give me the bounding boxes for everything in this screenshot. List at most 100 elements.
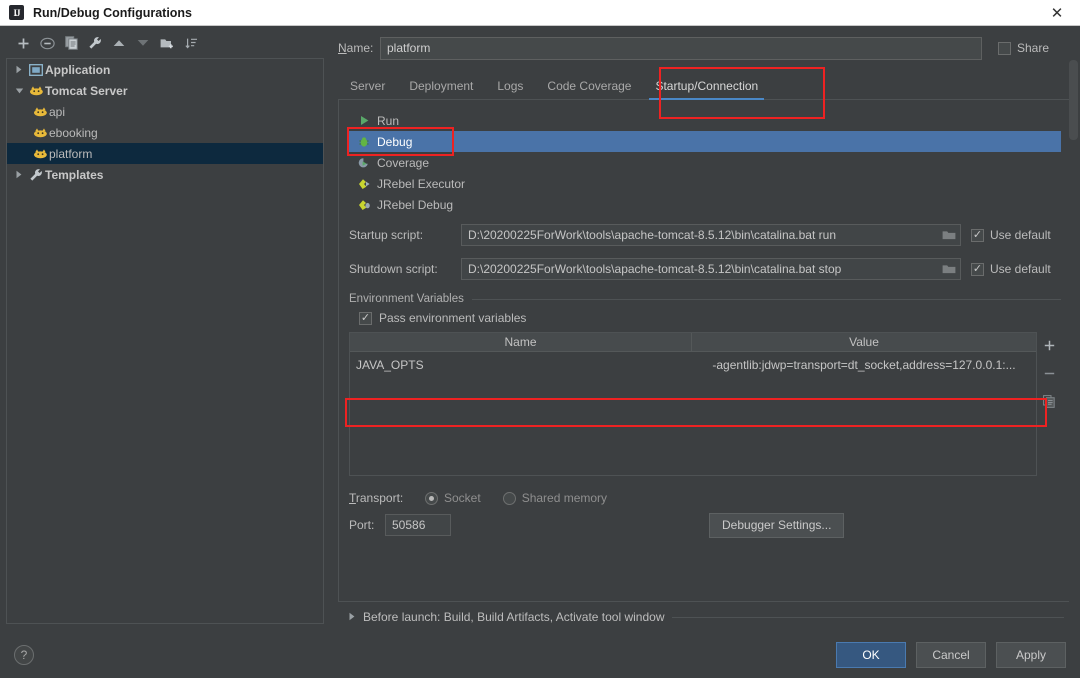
shutdown-script-label: Shutdown script: (349, 262, 438, 276)
transport-option-socket[interactable]: Socket (425, 491, 481, 505)
tree-item-platform[interactable]: platform (7, 143, 323, 164)
arrow-down-icon[interactable] (132, 32, 154, 54)
help-button[interactable]: ? (14, 645, 34, 665)
remove-button[interactable] (36, 32, 58, 54)
close-icon[interactable]: ✕ (1034, 0, 1080, 26)
tree-item-label: Tomcat Server (45, 83, 128, 98)
main-split: Application Tomcat Server api ebooking p… (0, 26, 1080, 632)
column-header-name[interactable]: Name (350, 333, 692, 351)
pass-env-box[interactable] (359, 311, 372, 325)
scrollbar-thumb[interactable] (1069, 60, 1078, 140)
shutdown-use-default-label: Use default (990, 262, 1051, 276)
share-checkbox[interactable]: Share (998, 41, 1072, 55)
before-launch-divider (671, 616, 1064, 618)
cancel-button[interactable]: Cancel (916, 642, 986, 668)
tree-item-ebooking[interactable]: ebooking (7, 122, 323, 143)
folder-add-icon[interactable] (156, 32, 178, 54)
chevron-right-icon[interactable] (348, 610, 356, 624)
environment-variables-table[interactable]: Name Value JAVA_OPTS -agentlib:jdwp=tran… (349, 332, 1037, 476)
mode-item-run[interactable]: Run (349, 110, 1061, 131)
tomcat-icon (31, 106, 49, 118)
tab-startup-connection[interactable]: Startup/Connection (643, 73, 770, 100)
tree-item-label: Templates (45, 167, 104, 182)
chevron-right-icon[interactable] (11, 170, 27, 179)
mode-item-jrebel-executor[interactable]: JRebel Executor (349, 173, 1061, 194)
shutdown-script-field[interactable]: D:\20200225ForWork\tools\apache-tomcat-8… (461, 258, 961, 280)
startup-script-row: Startup script: D:\20200225ForWork\tools… (349, 223, 1061, 247)
transport-label: Transport: (349, 491, 404, 505)
shutdown-use-default-box[interactable] (971, 262, 984, 276)
sort-icon[interactable] (180, 32, 202, 54)
tree-item-label: Application (45, 62, 111, 77)
startup-use-default-label: Use default (990, 228, 1051, 242)
editor-tabs[interactable]: Server Deployment Logs Code Coverage Sta… (338, 72, 1072, 100)
env-add-button[interactable] (1040, 336, 1058, 354)
mode-item-label: Coverage (377, 155, 430, 170)
env-remove-button[interactable] (1040, 364, 1058, 382)
tree-item-label: platform (49, 146, 93, 161)
copy-button[interactable] (60, 32, 82, 54)
chevron-down-icon[interactable] (11, 87, 27, 95)
title-bar: IJ Run/Debug Configurations ✕ (0, 0, 1080, 26)
wrench-icon[interactable] (84, 32, 106, 54)
configuration-editor-pane: Name: platform Share Server Deployment L… (330, 26, 1080, 632)
startup-connection-panel: Run Debug Coverage JRebel Executor JRebe… (338, 100, 1072, 602)
tree-item-tomcat-server[interactable]: Tomcat Server (7, 80, 323, 101)
jrebel-debug-icon (357, 199, 371, 211)
shutdown-script-value[interactable]: D:\20200225ForWork\tools\apache-tomcat-8… (462, 262, 938, 276)
port-input[interactable]: 50586 (385, 514, 451, 536)
column-header-value[interactable]: Value (692, 333, 1036, 351)
cell-name[interactable]: JAVA_OPTS (350, 358, 692, 372)
dialog-buttons: OK Cancel Apply (836, 642, 1066, 668)
table-row[interactable]: JAVA_OPTS -agentlib:jdwp=transport=dt_so… (350, 352, 1036, 377)
shutdown-script-row: Shutdown script: D:\20200225ForWork\tool… (349, 257, 1061, 281)
dialog-button-bar: ? OK Cancel Apply (0, 632, 1080, 678)
startup-use-default-box[interactable] (971, 228, 984, 242)
pass-env-label: Pass environment variables (379, 311, 527, 325)
add-button[interactable] (12, 32, 34, 54)
tab-code-coverage[interactable]: Code Coverage (535, 73, 643, 99)
tab-deployment[interactable]: Deployment (397, 73, 485, 99)
arrow-up-icon[interactable] (108, 32, 130, 54)
right-pane-scrollbar[interactable] (1069, 60, 1078, 624)
mode-item-debug[interactable]: Debug (349, 131, 1061, 152)
chevron-right-icon[interactable] (11, 65, 27, 74)
jrebel-icon (357, 178, 371, 190)
pass-environment-variables-checkbox[interactable]: Pass environment variables (349, 311, 1061, 325)
port-row: Port: 50586 Debugger Settings... (349, 510, 1061, 540)
cell-value[interactable]: -agentlib:jdwp=transport=dt_socket,addre… (692, 358, 1036, 372)
environment-table-wrap: Name Value JAVA_OPTS -agentlib:jdwp=tran… (349, 332, 1061, 476)
before-launch-row[interactable]: Before launch: Build, Build Artifacts, A… (338, 602, 1072, 632)
tab-server[interactable]: Server (338, 73, 397, 99)
tab-logs[interactable]: Logs (485, 73, 535, 99)
shared-memory-radio[interactable] (502, 491, 516, 505)
coverage-icon (357, 157, 371, 169)
share-checkbox-box[interactable] (998, 41, 1011, 55)
env-copy-button[interactable] (1040, 392, 1058, 410)
shutdown-use-default-checkbox[interactable]: Use default (971, 262, 1061, 276)
tomcat-icon (27, 85, 45, 97)
configurations-pane: Application Tomcat Server api ebooking p… (0, 26, 330, 632)
ok-button[interactable]: OK (836, 642, 906, 668)
name-input[interactable]: platform (380, 36, 982, 60)
folder-icon[interactable] (938, 263, 960, 275)
name-row: Name: platform Share (338, 36, 1072, 60)
debugger-settings-button[interactable]: Debugger Settings... (709, 512, 845, 538)
folder-icon[interactable] (938, 229, 960, 241)
startup-script-field[interactable]: D:\20200225ForWork\tools\apache-tomcat-8… (461, 224, 961, 246)
launch-mode-list[interactable]: Run Debug Coverage JRebel Executor JRebe… (349, 110, 1061, 215)
tree-item-api[interactable]: api (7, 101, 323, 122)
mode-item-jrebel-debug[interactable]: JRebel Debug (349, 194, 1061, 215)
startup-use-default-checkbox[interactable]: Use default (971, 228, 1061, 242)
tree-item-application[interactable]: Application (7, 59, 323, 80)
startup-script-value[interactable]: D:\20200225ForWork\tools\apache-tomcat-8… (462, 228, 938, 242)
transport-option-shared-memory[interactable]: Shared memory (502, 491, 607, 505)
tree-item-templates[interactable]: Templates (7, 164, 323, 185)
run-icon (357, 115, 371, 126)
apply-button[interactable]: Apply (996, 642, 1066, 668)
socket-radio[interactable] (425, 491, 438, 505)
port-label: Port: (349, 518, 375, 532)
configurations-tree[interactable]: Application Tomcat Server api ebooking p… (6, 58, 324, 624)
mode-item-coverage[interactable]: Coverage (349, 152, 1061, 173)
environment-table-side-toolbar (1037, 332, 1061, 476)
